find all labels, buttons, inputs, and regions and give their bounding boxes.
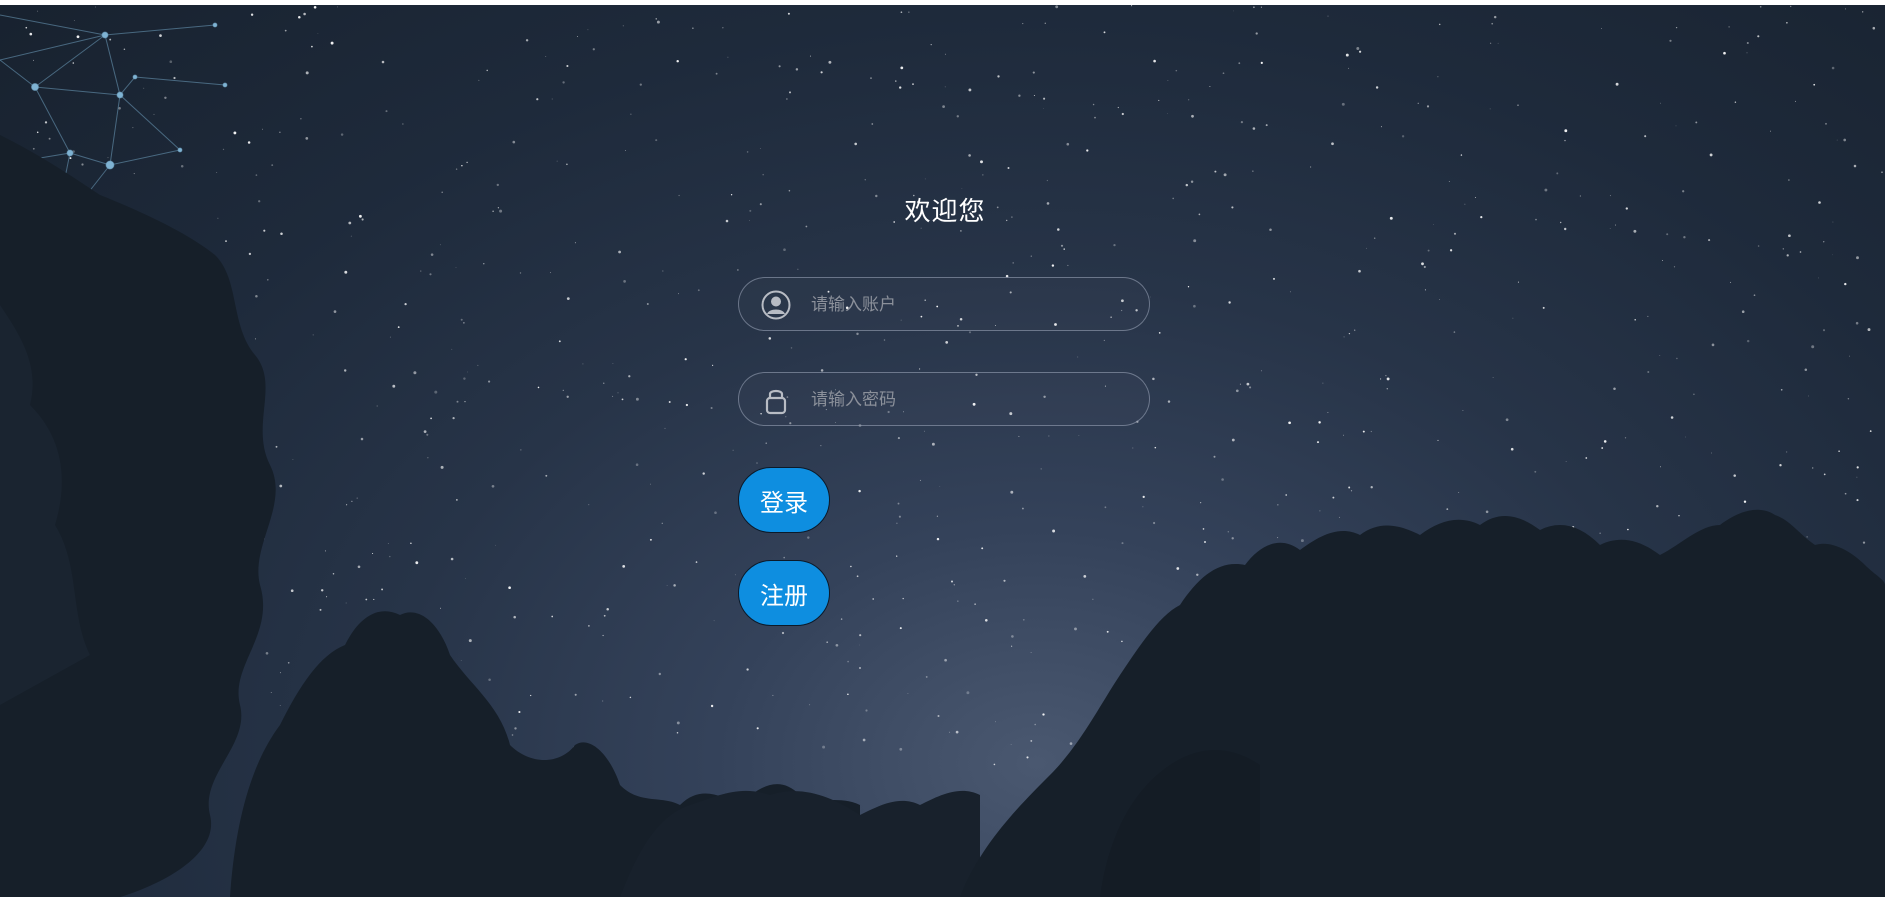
password-field[interactable] (738, 372, 1150, 426)
starry-sky-illustration (0, 5, 1885, 897)
lock-icon (765, 389, 787, 415)
login-button[interactable]: 登录 (738, 467, 830, 533)
password-input[interactable] (811, 386, 1131, 414)
account-field[interactable] (738, 277, 1150, 331)
register-button[interactable]: 注册 (738, 560, 830, 626)
welcome-title: 欢迎您 (904, 197, 986, 227)
night-sky-background (0, 5, 1885, 897)
account-input[interactable] (811, 291, 1131, 319)
tree-silhouettes (0, 135, 1885, 897)
user-icon (761, 290, 791, 320)
